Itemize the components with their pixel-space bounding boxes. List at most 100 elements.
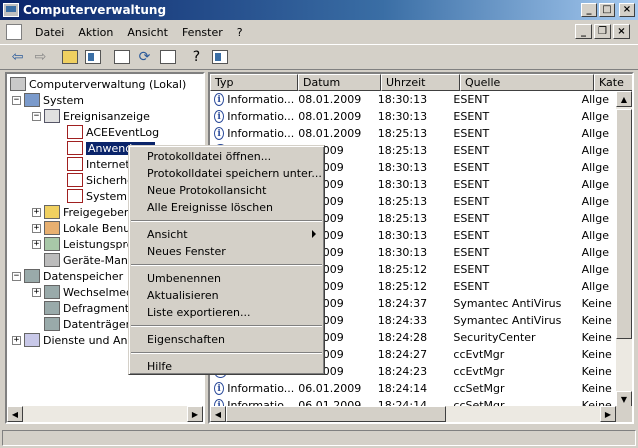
- scroll-right-icon[interactable]: ▶: [600, 406, 616, 422]
- minimize-button[interactable]: _: [581, 3, 597, 17]
- expand-icon[interactable]: +: [32, 207, 41, 217]
- tree-item-internet[interactable]: Internet: [67, 156, 130, 172]
- event-viewer-icon: [44, 109, 60, 123]
- tree-item-sicherheit[interactable]: Sicherhe: [67, 172, 134, 188]
- forward-arrow-icon[interactable]: ⇨: [29, 46, 52, 68]
- menu-fenster[interactable]: Fenster: [175, 24, 230, 41]
- ctx-help[interactable]: Hilfe: [129, 358, 324, 375]
- cell-date: 08.01.2009: [298, 110, 362, 123]
- scroll-left-icon[interactable]: ◀: [7, 406, 23, 422]
- properties-icon[interactable]: [110, 46, 133, 68]
- mmc-document-icon[interactable]: [6, 24, 22, 40]
- table-row[interactable]: i Informatio... 06.01.2009 18:24:14 ccSetMgr…: [210, 397, 616, 406]
- column-header-quelle[interactable]: Quelle: [460, 74, 594, 91]
- export-list-icon[interactable]: [156, 46, 179, 68]
- tree-item-shared-folders[interactable]: + Freigegeben: [32, 204, 131, 220]
- column-header-kategorie[interactable]: Kate: [594, 74, 632, 91]
- ctx-refresh[interactable]: Aktualisieren: [129, 287, 324, 304]
- ctx-new-log-view[interactable]: Neue Protokollansicht: [129, 182, 324, 199]
- maximize-button[interactable]: □: [599, 3, 615, 17]
- log-icon: [67, 125, 83, 139]
- collapse-icon[interactable]: −: [12, 271, 21, 281]
- cell-source: ccSetMgr: [453, 399, 505, 406]
- computer-icon: [10, 77, 26, 91]
- table-row[interactable]: i Informatio... 08.01.2009 18:30:13 ESENT All…: [210, 91, 616, 108]
- collapse-icon[interactable]: −: [32, 111, 41, 121]
- tree-item-device-manager[interactable]: Geräte-Mana: [44, 252, 135, 268]
- cell-source: Symantec AntiVirus: [453, 314, 562, 327]
- doc-restore-button[interactable]: ❐: [594, 24, 611, 39]
- back-arrow-icon[interactable]: ⇦: [6, 46, 29, 68]
- tree-item-removable-storage[interactable]: + Wechselmed: [32, 284, 133, 300]
- expand-icon[interactable]: +: [32, 287, 41, 297]
- console-icon[interactable]: [208, 46, 231, 68]
- column-header-uhrzeit[interactable]: Uhrzeit: [381, 74, 460, 91]
- tree-item-aceeventlog[interactable]: ACEEventLog: [67, 124, 159, 140]
- scroll-right-icon[interactable]: ▶: [187, 406, 203, 422]
- tree-item-services[interactable]: + Dienste und Anw: [12, 332, 137, 348]
- expand-icon[interactable]: +: [32, 239, 41, 249]
- close-button[interactable]: ×: [619, 3, 635, 17]
- ctx-export-list[interactable]: Liste exportieren...: [129, 304, 324, 321]
- menu-separator: [131, 325, 322, 327]
- expand-icon[interactable]: +: [32, 223, 41, 233]
- title-bar[interactable]: Computerverwaltung _ □ ×: [0, 0, 638, 20]
- tree-item-local-users[interactable]: + Lokale Benut: [32, 220, 134, 236]
- scroll-thumb[interactable]: [226, 406, 446, 422]
- table-row[interactable]: i Informatio... 06.01.2009 18:24:14 ccSetMgr…: [210, 380, 616, 397]
- menu-ansicht[interactable]: Ansicht: [120, 24, 175, 41]
- menu-aktion[interactable]: Aktion: [71, 24, 120, 41]
- ctx-properties[interactable]: Eigenschaften: [129, 331, 324, 348]
- column-header-typ[interactable]: Typ: [210, 74, 298, 91]
- information-icon: i: [214, 93, 225, 106]
- tree-horizontal-scrollbar[interactable]: ◀ ▶: [7, 406, 203, 422]
- list-vertical-scrollbar[interactable]: ▲ ▼: [616, 91, 632, 407]
- scroll-thumb[interactable]: [616, 109, 632, 339]
- scroll-left-icon[interactable]: ◀: [210, 406, 226, 422]
- cell-time: 18:30:13: [377, 246, 428, 259]
- cell-source: SecurityCenter: [453, 331, 536, 344]
- ctx-save-log-as[interactable]: Protokolldatei speichern unter...: [129, 165, 324, 182]
- collapse-icon[interactable]: −: [12, 95, 21, 105]
- cell-time: 18:24:33: [377, 314, 428, 327]
- list-horizontal-scrollbar[interactable]: ◀ ▶: [210, 406, 616, 422]
- cell-time: 18:25:13: [377, 127, 428, 140]
- tree-item-system-log[interactable]: System: [67, 188, 127, 204]
- show-hide-tree-icon[interactable]: [81, 46, 104, 68]
- cell-time: 18:24:23: [377, 365, 428, 378]
- tree-item-system[interactable]: − System: [12, 92, 84, 108]
- scroll-down-icon[interactable]: ▼: [616, 391, 632, 407]
- ctx-new-window[interactable]: Neues Fenster: [129, 243, 324, 260]
- refresh-icon[interactable]: ⟳: [133, 46, 156, 68]
- cell-time: 18:24:37: [377, 297, 428, 310]
- ctx-clear-all-events[interactable]: Alle Ereignisse löschen: [129, 199, 324, 216]
- column-header-datum[interactable]: Datum: [298, 74, 381, 91]
- device-manager-icon: [44, 253, 60, 267]
- cell-source: ccEvtMgr: [453, 365, 505, 378]
- menu-datei[interactable]: Datei: [28, 24, 71, 41]
- cell-time: 18:30:13: [377, 93, 428, 106]
- tree-item-performance[interactable]: + Leistungspro: [32, 236, 133, 252]
- tree-item-event-viewer[interactable]: − Ereignisanzeige: [32, 108, 150, 124]
- ctx-open-log[interactable]: Protokolldatei öffnen...: [129, 148, 324, 165]
- tree-item-disk-management[interactable]: Datenträger: [44, 316, 130, 332]
- ctx-rename[interactable]: Umbenennen: [129, 270, 324, 287]
- menu-help[interactable]: ?: [230, 24, 250, 41]
- defrag-icon: [44, 301, 60, 315]
- doc-close-button[interactable]: ×: [613, 24, 630, 39]
- cell-cat: Allge: [581, 246, 609, 259]
- expand-icon[interactable]: +: [12, 335, 21, 345]
- tree-item-defrag[interactable]: Defragmenti: [44, 300, 132, 316]
- doc-minimize-button[interactable]: _: [575, 24, 592, 39]
- table-row[interactable]: i Informatio... 08.01.2009 18:25:13 ESENT All…: [210, 125, 616, 142]
- information-icon: i: [214, 399, 225, 406]
- scroll-up-icon[interactable]: ▲: [616, 91, 632, 107]
- up-folder-icon[interactable]: [58, 46, 81, 68]
- tree-item-computer-management[interactable]: Computerverwaltung (Lokal): [10, 76, 186, 92]
- ctx-view[interactable]: Ansicht: [129, 226, 324, 243]
- cell-cat: Allge: [581, 195, 609, 208]
- cell-cat: Allge: [581, 127, 609, 140]
- table-row[interactable]: i Informatio... 08.01.2009 18:30:13 ESENT All…: [210, 108, 616, 125]
- help-icon[interactable]: ?: [185, 46, 208, 68]
- tree-item-storage[interactable]: − Datenspeicher: [12, 268, 123, 284]
